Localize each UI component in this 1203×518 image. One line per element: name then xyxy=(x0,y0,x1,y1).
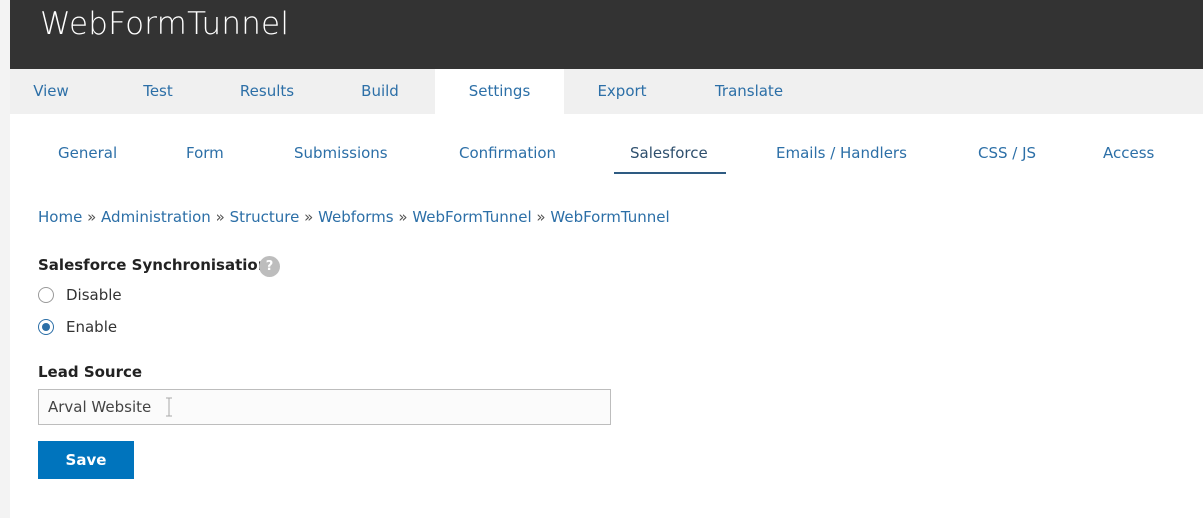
breadcrumb-separator: » xyxy=(536,208,546,226)
breadcrumb-webform[interactable]: WebFormTunnel xyxy=(412,208,531,226)
page: WebFormTunnel View Test Results Build Se… xyxy=(0,0,1203,518)
left-gutter xyxy=(0,0,10,518)
tab-settings[interactable]: Settings xyxy=(435,69,564,115)
breadcrumb-administration[interactable]: Administration xyxy=(101,208,211,226)
tab-results[interactable]: Results xyxy=(234,69,300,114)
primary-tabs: View Test Results Build Settings Export … xyxy=(10,69,1203,115)
subtab-form[interactable]: Form xyxy=(186,144,224,162)
salesforce-sync-label: Salesforce Synchronisation xyxy=(38,256,269,274)
lead-source-input[interactable] xyxy=(38,389,611,425)
breadcrumb-webform-current[interactable]: WebFormTunnel xyxy=(550,208,669,226)
tab-test[interactable]: Test xyxy=(130,69,186,114)
subtab-access[interactable]: Access xyxy=(1103,144,1154,162)
radio-enable-label[interactable]: Enable xyxy=(66,318,117,336)
breadcrumb-webforms[interactable]: Webforms xyxy=(318,208,394,226)
tab-translate[interactable]: Translate xyxy=(704,69,794,114)
secondary-tabs: General Form Submissions Confirmation Sa… xyxy=(10,114,1203,184)
breadcrumb-home[interactable]: Home xyxy=(38,208,82,226)
subtab-submissions[interactable]: Submissions xyxy=(294,144,388,162)
tab-export[interactable]: Export xyxy=(582,69,662,114)
active-subtab-indicator xyxy=(614,172,726,174)
breadcrumb-structure[interactable]: Structure xyxy=(230,208,300,226)
subtab-emails-handlers[interactable]: Emails / Handlers xyxy=(776,144,907,162)
tab-build[interactable]: Build xyxy=(352,69,408,114)
breadcrumb-separator: » xyxy=(304,208,314,226)
radio-enable-circle[interactable] xyxy=(38,319,54,335)
subtab-general[interactable]: General xyxy=(58,144,117,162)
subtab-salesforce[interactable]: Salesforce xyxy=(630,144,708,162)
page-title: WebFormTunnel xyxy=(40,6,290,42)
subtab-css-js[interactable]: CSS / JS xyxy=(978,144,1036,162)
breadcrumb-separator: » xyxy=(215,208,225,226)
text-cursor-icon xyxy=(166,397,172,417)
breadcrumb: Home » Administration » Structure » Webf… xyxy=(38,208,670,226)
subtab-confirmation[interactable]: Confirmation xyxy=(459,144,556,162)
breadcrumb-separator: » xyxy=(87,208,97,226)
lead-source-label: Lead Source xyxy=(38,363,143,381)
tab-view[interactable]: View xyxy=(22,69,80,114)
breadcrumb-separator: » xyxy=(398,208,408,226)
save-button[interactable]: Save xyxy=(38,441,134,479)
radio-disable-circle[interactable] xyxy=(38,287,54,303)
help-icon[interactable]: ? xyxy=(259,256,280,277)
radio-disable-label[interactable]: Disable xyxy=(66,286,122,304)
site-header: WebFormTunnel xyxy=(10,0,1203,69)
